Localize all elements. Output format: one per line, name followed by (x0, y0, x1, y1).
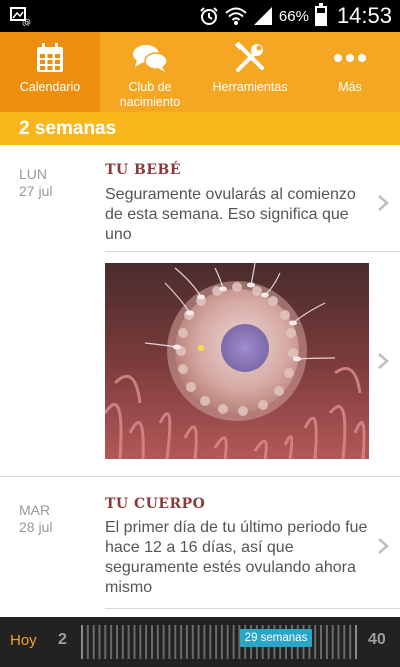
timeline-tick (355, 625, 357, 659)
alarm-icon (200, 7, 218, 25)
battery-percentage: 66% (278, 7, 309, 25)
entry-day: MAR 28 jul (19, 502, 52, 536)
timeline-tick (127, 625, 130, 659)
timeline-tick (145, 625, 148, 659)
chevron-right-icon[interactable] (377, 537, 389, 555)
timeline-tick (215, 625, 218, 659)
tab-label: Calendario (19, 80, 81, 94)
clock: 14:53 (336, 3, 392, 28)
tab-mas[interactable]: Más (300, 32, 400, 112)
tab-label: Herramientas (212, 80, 288, 94)
calendar-icon (32, 42, 68, 74)
timeline-tick (162, 625, 165, 659)
more-dots-icon (332, 42, 368, 74)
timeline-tick (320, 625, 322, 659)
timeline-tick (209, 625, 212, 659)
entry-category: TU CUERPO (105, 496, 206, 512)
timeline-tick (92, 625, 95, 659)
timeline-tick (337, 625, 340, 659)
timeline-tick (191, 625, 194, 659)
today-button[interactable]: Hoy (10, 632, 37, 649)
timeline-tick (325, 625, 328, 659)
chevron-right-icon[interactable] (377, 194, 389, 212)
timeline-tick (104, 625, 107, 659)
timeline-tick (349, 625, 352, 659)
entry-day: LUN 27 jul (19, 166, 52, 200)
wifi-icon (225, 7, 247, 25)
entry-date: 27 jul (19, 183, 53, 199)
timeline-end-week: 40 (368, 631, 386, 648)
timeline-tick (197, 625, 200, 659)
timeline-start-week: 2 (58, 631, 67, 648)
timeline-tick (232, 625, 235, 659)
week-timeline[interactable]: Hoy 2 40 (0, 617, 400, 667)
tab-herramientas[interactable]: Herramientas (200, 32, 300, 112)
tab-club-de-nacimiento[interactable]: Club de nacimiento (100, 32, 200, 112)
entry-day-name: MAR (19, 502, 51, 518)
timeline-tick (185, 625, 188, 659)
timeline-tick (203, 625, 206, 659)
screenshot-icon: @ (10, 7, 31, 26)
timeline-tick (220, 625, 223, 659)
timeline-tick (133, 625, 136, 659)
entry-category: TU BEBÉ (105, 162, 182, 178)
timeline-tick (98, 625, 101, 659)
week-title: 2 semanas (0, 112, 400, 145)
entry-day-name: LUN (19, 166, 48, 182)
ovulation-image[interactable] (105, 263, 369, 459)
timeline-tick (121, 625, 124, 659)
status-bar: @ 66% 14:53 (0, 0, 400, 32)
timeline-tick (81, 625, 83, 659)
timeline-tick (86, 625, 89, 659)
timeline-ticks[interactable] (79, 625, 357, 659)
tools-icon (232, 42, 268, 74)
tab-label: Club de nacimiento (119, 80, 181, 109)
entry-text: El primer día de tu último periodo fue h… (105, 519, 368, 596)
divider (0, 476, 400, 477)
timeline-tick (226, 625, 229, 659)
timeline-tick (331, 625, 334, 659)
entry-date: 28 jul (19, 519, 53, 535)
chevron-right-icon[interactable] (377, 352, 389, 370)
tab-label: Más (338, 80, 362, 94)
divider (105, 251, 400, 252)
divider (105, 608, 400, 609)
timeline-tick (343, 625, 346, 659)
timeline-tick (314, 625, 317, 659)
timeline-tick (110, 625, 113, 659)
tab-bar: Calendario Club de nacimiento Herramient… (0, 32, 400, 112)
timeline-tick (139, 625, 142, 659)
chat-bubbles-icon (132, 42, 168, 74)
battery-icon (314, 3, 327, 26)
timeline-tick (168, 625, 171, 659)
timeline-tick (116, 625, 118, 659)
timeline-tick (180, 625, 183, 659)
timeline-tick (151, 625, 153, 659)
tab-calendario[interactable]: Calendario (0, 32, 100, 112)
timeline-tick (156, 625, 159, 659)
entry-text: Seguramente ovularás al comienzo de esta… (105, 186, 356, 243)
current-week-badge: 29 semanas (240, 629, 312, 647)
signal-icon (253, 7, 272, 25)
svg-text:@: @ (22, 18, 31, 26)
timeline-tick (174, 625, 177, 659)
